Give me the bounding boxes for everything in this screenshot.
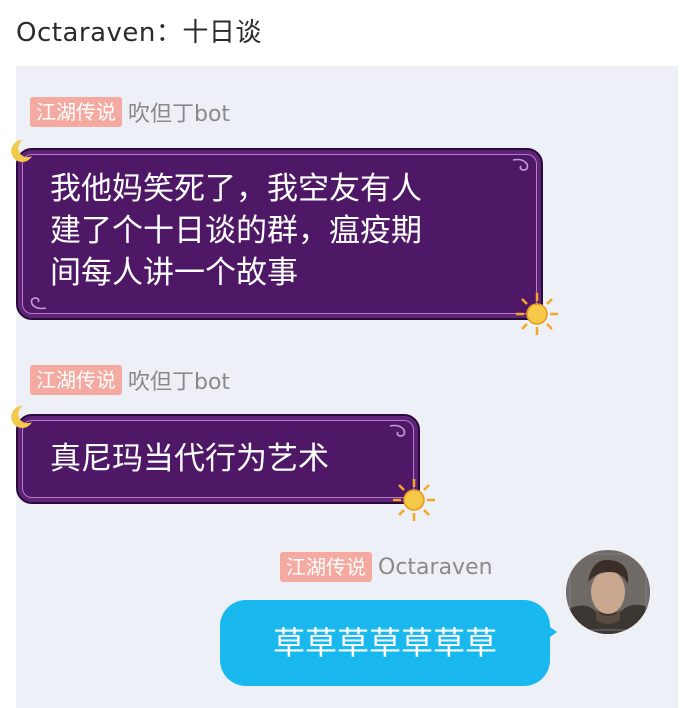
message-bubble[interactable]: 真尼玛当代行为艺术 [11, 405, 435, 521]
message-text-line: 真尼玛当代行为艺术 [50, 441, 329, 477]
member-title-tag: 江湖传说 [30, 365, 122, 395]
message-2-header: 江湖传说 吹但丁bot [30, 364, 230, 396]
member-title-tag: 江湖传说 [30, 97, 122, 127]
post-title: Octaraven：十日谈 [16, 18, 262, 48]
message-1-header: 江湖传说 吹但丁bot [30, 96, 230, 128]
crescent-moon-icon [11, 139, 32, 162]
sun-icon [516, 293, 558, 335]
message-text-line: 我他妈笑死了，我空友有人 [50, 171, 422, 207]
avatar[interactable] [566, 550, 650, 634]
ornament-curl-icon [389, 424, 406, 437]
ornament-curl-icon [512, 158, 529, 171]
message-bubble[interactable]: 草草草草草草草 [220, 600, 550, 686]
sender-name[interactable]: 吹但丁bot [128, 364, 230, 396]
member-title-tag: 江湖传说 [280, 552, 372, 582]
sender-name[interactable]: Octaraven [378, 555, 493, 580]
sender-name[interactable]: 吹但丁bot [128, 96, 230, 128]
message-text-line: 建了个十日谈的群，瘟疫期 [50, 213, 422, 249]
crescent-moon-icon [11, 405, 32, 428]
message-3-header: 江湖传说 Octaraven [280, 552, 493, 582]
message-text-line: 草草草草草草草 [272, 624, 497, 662]
sun-icon [393, 479, 435, 521]
chat-panel: 江湖传说 吹但丁bot 我他妈笑死了，我空友有人 建了个十日谈的群，瘟疫期 间每… [11, 66, 678, 708]
message-bubble[interactable]: 我他妈笑死了，我空友有人 建了个十日谈的群，瘟疫期 间每人讲一个故事 [11, 139, 558, 335]
message-text-line: 间每人讲一个故事 [50, 255, 298, 291]
avatar-portrait-icon [566, 550, 650, 634]
ornament-curl-icon [30, 297, 47, 310]
bubble-tail-icon [543, 622, 557, 642]
